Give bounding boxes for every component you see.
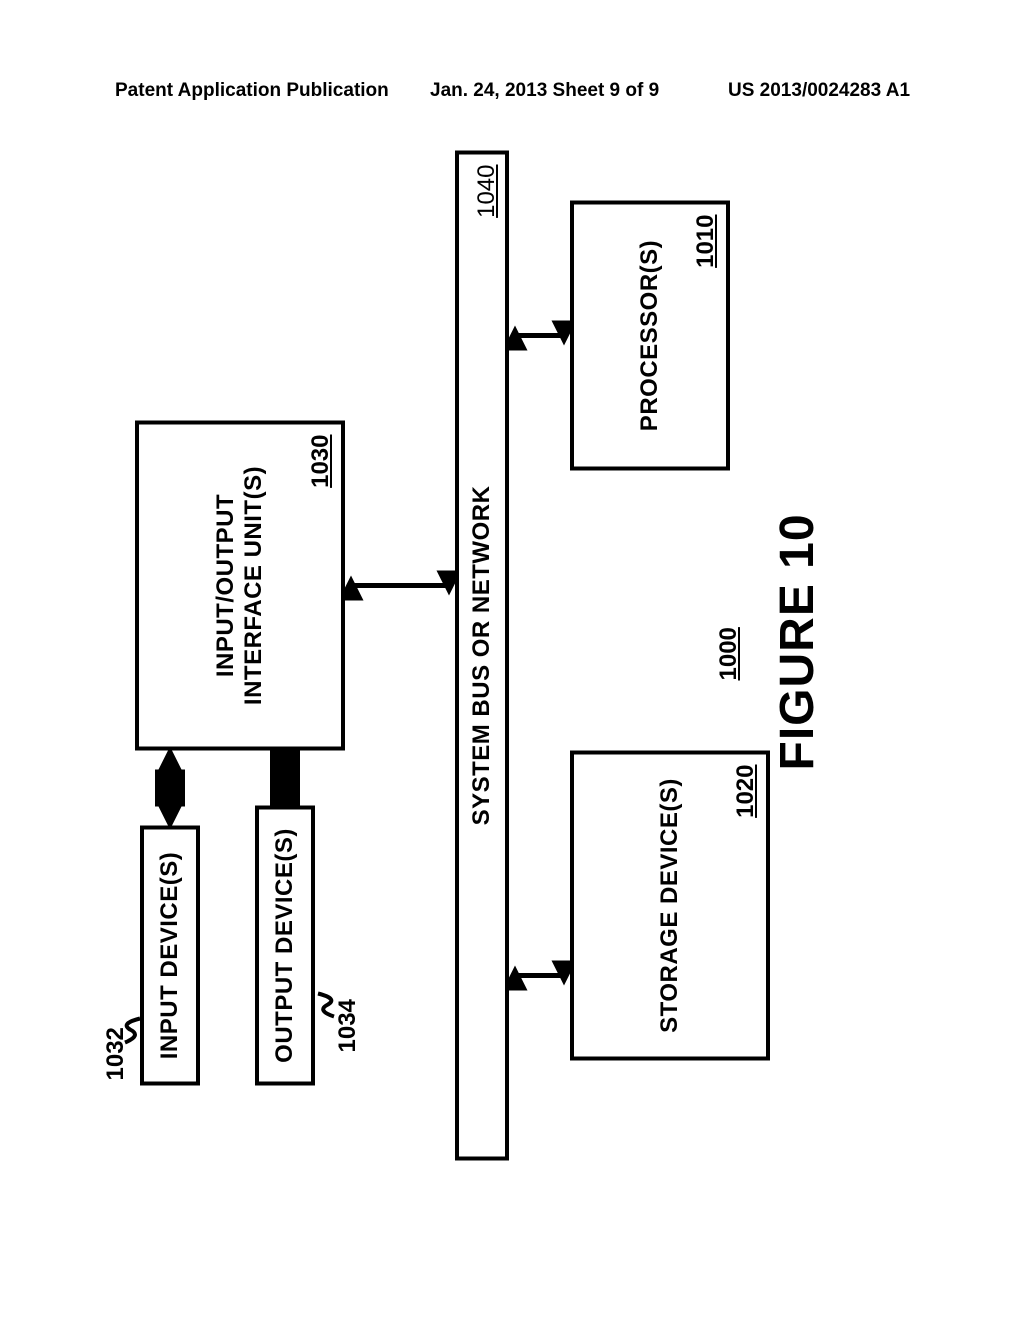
figure-ref-1000: 1000 [715, 627, 743, 680]
io-interface-label-2: INTERFACE UNIT(S) [240, 465, 267, 704]
input-device-label: INPUT DEVICE(S) [156, 851, 184, 1059]
block-system-bus: SYSTEM BUS OR NETWORK 1040 [455, 150, 509, 1160]
block-storage-device: STORAGE DEVICE(S) 1020 [570, 750, 770, 1060]
figure-title: FIGURE 10 [770, 513, 825, 770]
arrow-processor-to-bus [509, 320, 570, 350]
arrow-input-to-io [155, 750, 185, 825]
io-interface-ref: 1030 [307, 434, 335, 487]
arrow-output-to-io [270, 750, 300, 805]
processor-ref: 1010 [692, 214, 720, 267]
io-interface-label-1: INPUT/OUTPUT [212, 493, 239, 676]
storage-device-ref: 1020 [732, 764, 760, 817]
block-input-device: INPUT DEVICE(S) [140, 825, 200, 1085]
bus-ref: 1040 [473, 164, 501, 217]
diagram: SYSTEM BUS OR NETWORK 1040 INPUT DEVICE(… [120, 145, 840, 1160]
squiggle-1034 [314, 990, 338, 1020]
hdr-right: US 2013/0024283 A1 [728, 80, 910, 102]
callout-1034: 1034 [334, 999, 362, 1052]
hdr-mid: Jan. 24, 2013 Sheet 9 of 9 [430, 80, 659, 102]
bus-label: SYSTEM BUS OR NETWORK [468, 485, 496, 825]
block-processor: PROCESSOR(S) 1010 [570, 200, 730, 470]
arrow-io-to-bus [345, 570, 455, 600]
block-io-interface: INPUT/OUTPUT INTERFACE UNIT(S) 1030 [135, 420, 345, 750]
storage-device-label: STORAGE DEVICE(S) [656, 778, 684, 1033]
output-device-label: OUTPUT DEVICE(S) [271, 828, 299, 1063]
arrow-storage-to-bus [509, 960, 570, 990]
squiggle-1032 [122, 1015, 144, 1045]
block-output-device: OUTPUT DEVICE(S) [255, 805, 315, 1085]
diagram-inner: SYSTEM BUS OR NETWORK 1040 INPUT DEVICE(… [120, 145, 840, 1160]
page-header: Patent Application Publication Jan. 24, … [0, 80, 1024, 104]
processor-label: PROCESSOR(S) [636, 239, 664, 430]
hdr-left: Patent Application Publication [115, 80, 389, 102]
